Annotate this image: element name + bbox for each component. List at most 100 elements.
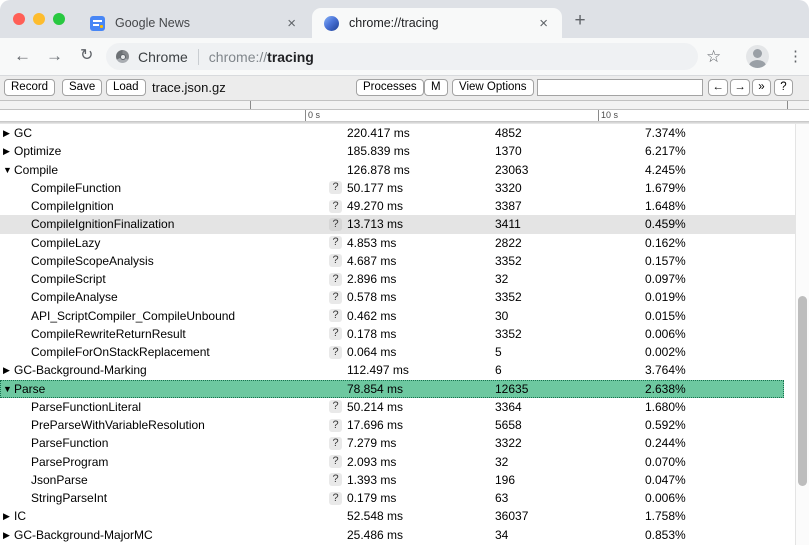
table-row[interactable]: ▶GC-Background-MajorMC25.486 ms340.853% <box>0 526 795 544</box>
table-row[interactable]: ParseProgram?2.093 ms320.070% <box>0 453 795 471</box>
info-badge[interactable]: ? <box>329 218 342 231</box>
info-badge[interactable]: ? <box>329 327 342 340</box>
count-cell: 3364 <box>495 398 522 416</box>
url-scheme: chrome:// <box>209 49 267 65</box>
table-row[interactable]: CompileScript?2.896 ms320.097% <box>0 270 795 288</box>
fast-forward-button[interactable]: » <box>752 79 771 96</box>
close-window-button[interactable] <box>13 13 25 25</box>
table-row[interactable]: ▼Parse78.854 ms126352.638% <box>0 380 784 398</box>
info-badge[interactable]: ? <box>329 236 342 249</box>
info-badge[interactable]: ? <box>329 492 342 505</box>
percentage-cell: 0.592% <box>645 416 686 434</box>
tab-title: chrome://tracing <box>349 16 539 30</box>
count-cell: 3322 <box>495 434 522 452</box>
tab-strip: Google News × chrome://tracing × + <box>0 0 809 38</box>
new-tab-button[interactable]: + <box>570 10 590 32</box>
info-badge[interactable]: ? <box>329 455 342 468</box>
info-badge[interactable]: ? <box>329 254 342 267</box>
help-button[interactable]: ? <box>774 79 793 96</box>
processes-button[interactable]: Processes <box>356 79 424 96</box>
browser-window: Google News × chrome://tracing × + ← → ↻… <box>0 0 809 545</box>
find-previous-button[interactable]: ← <box>708 79 728 96</box>
percentage-cell: 2.638% <box>645 380 686 398</box>
time-cell: 0.064 ms <box>347 343 396 361</box>
view-options-button[interactable]: View Options <box>452 79 534 96</box>
row-name: Compile <box>14 161 58 179</box>
tab-google-news[interactable]: Google News × <box>80 8 310 38</box>
count-cell: 5 <box>495 343 502 361</box>
table-row[interactable]: CompileRewriteReturnResult?0.178 ms33520… <box>0 325 795 343</box>
table-row[interactable]: ParseFunctionLiteral?50.214 ms33641.680% <box>0 398 795 416</box>
tab-close-icon[interactable]: × <box>539 16 548 31</box>
table-row[interactable]: CompileForOnStackReplacement?0.064 ms50.… <box>0 343 795 361</box>
time-cell: 0.179 ms <box>347 489 396 507</box>
count-cell: 3352 <box>495 288 522 306</box>
find-next-button[interactable]: → <box>730 79 750 96</box>
expander-icon[interactable]: ▶ <box>3 507 10 525</box>
forward-button[interactable]: → <box>46 46 63 66</box>
minimize-window-button[interactable] <box>33 13 45 25</box>
info-badge[interactable]: ? <box>329 291 342 304</box>
table-row[interactable]: ▶Optimize185.839 ms13706.217% <box>0 142 795 160</box>
table-row[interactable]: API_ScriptCompiler_CompileUnbound?0.462 … <box>0 307 795 325</box>
search-input[interactable] <box>537 79 703 96</box>
tracing-toolbar: Record Save Load trace.json.gz Processes… <box>0 76 809 100</box>
record-button[interactable]: Record <box>4 79 55 96</box>
table-row[interactable]: JsonParse?1.393 ms1960.047% <box>0 471 795 489</box>
expander-icon[interactable]: ▶ <box>3 124 10 142</box>
time-cell: 112.497 ms <box>347 361 409 379</box>
table-row[interactable]: ▶IC52.548 ms360371.758% <box>0 507 795 525</box>
table-row[interactable]: CompileAnalyse?0.578 ms33520.019% <box>0 288 795 306</box>
table-row[interactable]: PreParseWithVariableResolution?17.696 ms… <box>0 416 795 434</box>
table-row[interactable]: ▼Compile126.878 ms230634.245% <box>0 161 795 179</box>
count-cell: 3387 <box>495 197 522 215</box>
scrollbar-thumb[interactable] <box>798 296 807 486</box>
table-row[interactable]: CompileScopeAnalysis?4.687 ms33520.157% <box>0 252 795 270</box>
table-row[interactable]: CompileLazy?4.853 ms28220.162% <box>0 234 795 252</box>
row-name: CompileIgnitionFinalization <box>31 215 174 233</box>
info-badge[interactable]: ? <box>329 181 342 194</box>
table-row[interactable]: CompileFunction?50.177 ms33201.679% <box>0 179 795 197</box>
save-button[interactable]: Save <box>62 79 102 96</box>
time-cell: 25.486 ms <box>347 526 403 544</box>
metrics-button[interactable]: M <box>424 79 448 96</box>
reload-button[interactable]: ↻ <box>80 46 93 66</box>
table-row[interactable]: CompileIgnitionFinalization? 13.713 ms 341… <box>0 215 795 233</box>
table-row[interactable]: ParseFunction?7.279 ms33220.244% <box>0 434 795 452</box>
info-badge[interactable]: ? <box>329 400 342 413</box>
info-badge[interactable]: ? <box>329 309 342 322</box>
table-row[interactable]: ▶GC-Background-Marking112.497 ms63.764% <box>0 361 795 379</box>
count-cell: 1370 <box>495 142 522 160</box>
load-button[interactable]: Load <box>106 79 146 96</box>
menu-dots-icon[interactable]: ⋮ <box>788 47 803 65</box>
scrollbar-track[interactable] <box>795 124 809 545</box>
expander-icon[interactable]: ▶ <box>3 361 10 379</box>
info-badge[interactable]: ? <box>329 273 342 286</box>
expander-icon[interactable]: ▼ <box>3 161 12 179</box>
info-badge[interactable]: ? <box>329 346 342 359</box>
time-ruler: 0 s 10 s <box>0 110 809 121</box>
bookmark-star-icon[interactable]: ☆ <box>706 47 721 67</box>
table-row[interactable]: CompileIgnition?49.270 ms33871.648% <box>0 197 795 215</box>
count-cell: 32 <box>495 270 508 288</box>
timeline-overview-track[interactable] <box>0 100 809 110</box>
omnibox[interactable]: Chrome chrome://tracing <box>106 43 698 70</box>
profile-avatar[interactable] <box>746 45 769 68</box>
expander-icon[interactable]: ▶ <box>3 142 10 160</box>
info-badge[interactable]: ? <box>329 200 342 213</box>
info-badge[interactable]: ? <box>329 419 342 432</box>
time-cell: 13.713 ms <box>347 215 403 233</box>
info-badge[interactable]: ? <box>329 473 342 486</box>
table-row[interactable]: ▶GC220.417 ms48527.374% <box>0 124 795 142</box>
expander-icon[interactable]: ▼ <box>3 380 12 398</box>
back-button[interactable]: ← <box>14 46 31 66</box>
zoom-window-button[interactable] <box>53 13 65 25</box>
row-name: JsonParse <box>31 471 88 489</box>
percentage-cell: 0.157% <box>645 252 686 270</box>
count-cell: 3411 <box>495 215 521 233</box>
tab-tracing[interactable]: chrome://tracing × <box>312 8 562 38</box>
table-row[interactable]: StringParseInt?0.179 ms630.006% <box>0 489 795 507</box>
tab-close-icon[interactable]: × <box>287 16 296 31</box>
expander-icon[interactable]: ▶ <box>3 526 10 544</box>
info-badge[interactable]: ? <box>329 437 342 450</box>
